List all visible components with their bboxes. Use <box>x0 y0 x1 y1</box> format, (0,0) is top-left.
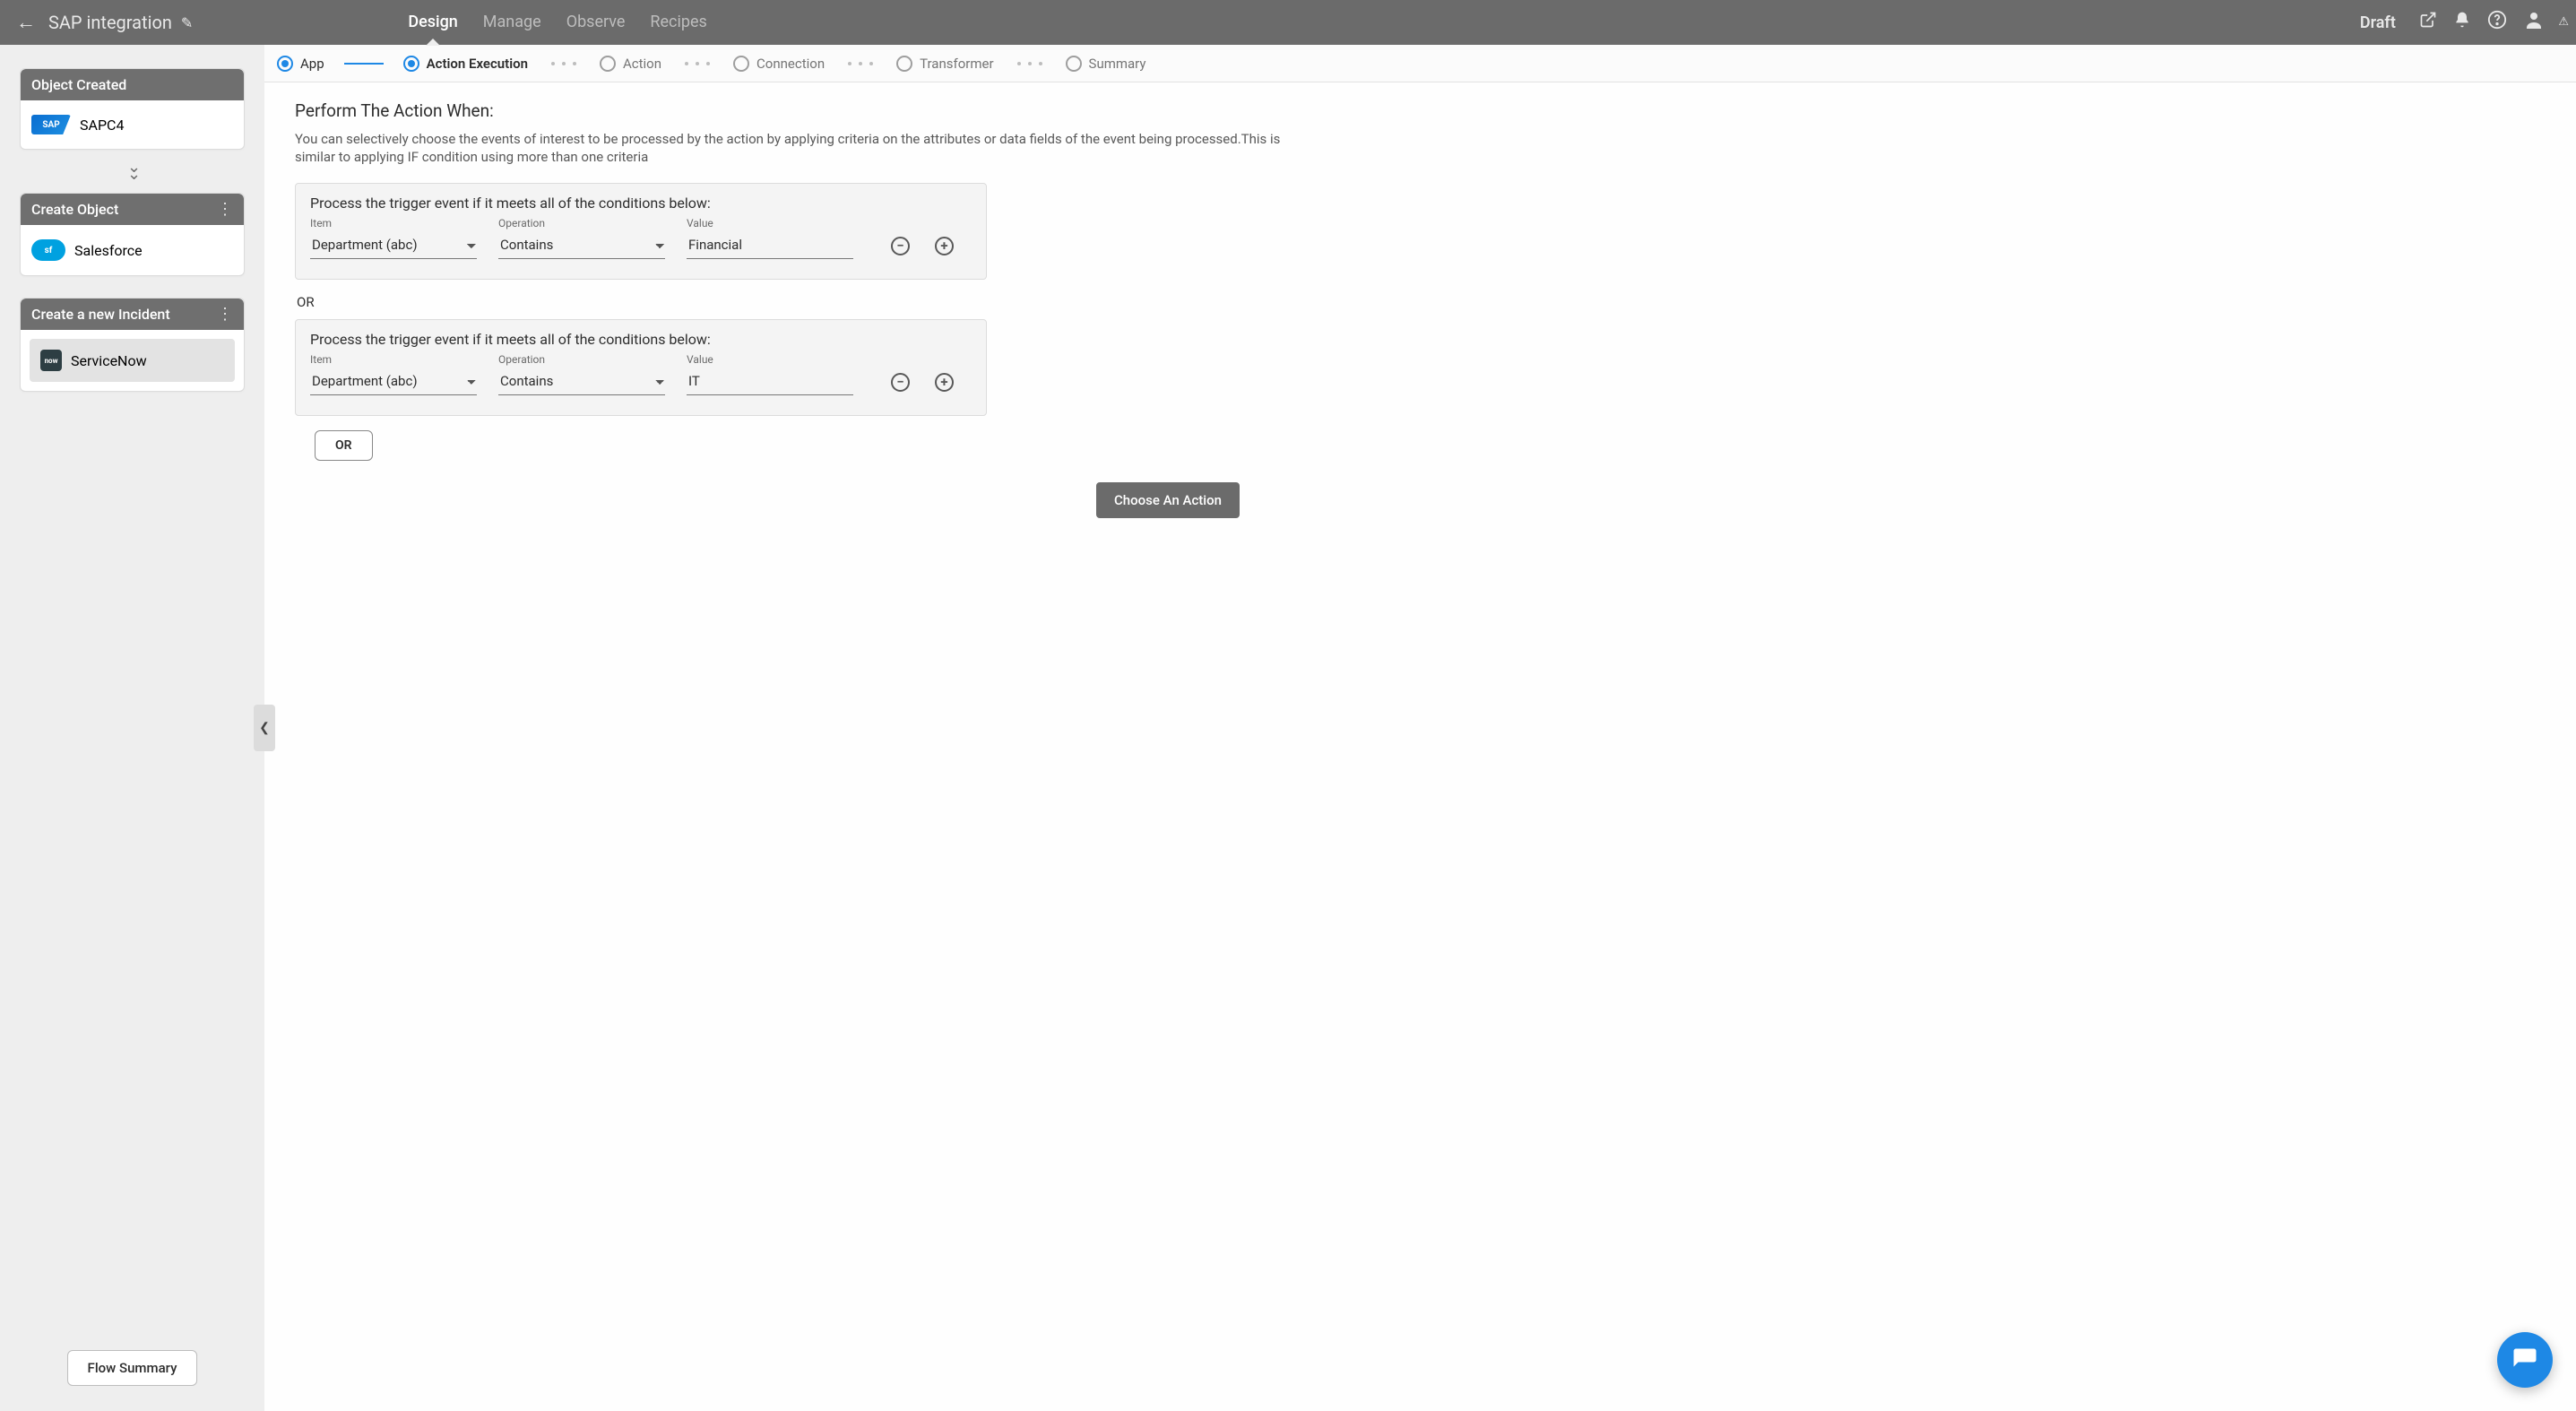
tab-manage[interactable]: Manage <box>483 13 541 33</box>
condition-block-2: Process the trigger event if it meets al… <box>295 319 987 416</box>
main-tabs: Design Manage Observe Recipes <box>408 13 706 33</box>
tab-recipes[interactable]: Recipes <box>650 13 706 33</box>
step-transformer[interactable]: Transformer <box>896 56 993 72</box>
back-arrow-icon[interactable]: ← <box>16 11 36 34</box>
sidebar-card-object-created[interactable]: Object Created SAP SAPC4 <box>20 68 245 150</box>
edit-icon[interactable]: ✎ <box>181 14 193 31</box>
condition-block-1: Process the trigger event if it meets al… <box>295 183 987 280</box>
operation-select[interactable]: Contains <box>498 231 665 259</box>
page-title: SAP integration <box>48 12 172 33</box>
remove-condition-icon[interactable]: − <box>891 373 910 392</box>
value-label: Value <box>687 353 853 366</box>
card-title: Create a new Incident <box>31 306 170 323</box>
item-select[interactable]: Department (abc) <box>310 231 477 259</box>
user-avatar-icon[interactable]: ⚠ <box>2523 9 2560 36</box>
add-condition-icon[interactable]: + <box>935 373 954 392</box>
open-external-icon[interactable] <box>2419 11 2437 34</box>
section-description: You can selectively choose the events of… <box>295 130 1299 167</box>
step-action-execution[interactable]: Action Execution <box>403 56 528 72</box>
card-app-label: ServiceNow <box>71 352 147 369</box>
value-input[interactable] <box>687 368 853 395</box>
section-title: Perform The Action When: <box>295 100 2546 121</box>
value-input[interactable] <box>687 231 853 259</box>
card-title: Create Object <box>31 201 118 218</box>
sidebar: Object Created SAP SAPC4 ⌄⌄ Create Objec… <box>0 45 264 1411</box>
item-label: Item <box>310 217 477 229</box>
kebab-icon[interactable]: ⋮ <box>217 205 233 214</box>
step-action[interactable]: Action <box>600 56 661 72</box>
add-condition-icon[interactable]: + <box>935 237 954 255</box>
operation-select[interactable]: Contains <box>498 368 665 395</box>
step-summary[interactable]: Summary <box>1066 56 1146 72</box>
flow-summary-button[interactable]: Flow Summary <box>67 1350 198 1386</box>
tab-observe[interactable]: Observe <box>566 13 626 33</box>
sidebar-card-create-object[interactable]: Create Object ⋮ sf Salesforce <box>20 193 245 276</box>
condition-block-title: Process the trigger event if it meets al… <box>310 195 972 212</box>
collapse-sidebar-icon[interactable]: ❮ <box>254 705 275 751</box>
top-bar: ← SAP integration ✎ Design Manage Observ… <box>0 0 2576 45</box>
choose-action-button[interactable]: Choose An Action <box>1096 482 1240 518</box>
tab-design[interactable]: Design <box>408 13 457 33</box>
card-app-label: Salesforce <box>74 242 143 259</box>
card-title: Object Created <box>31 76 126 93</box>
bell-icon[interactable] <box>2453 11 2471 34</box>
stepper: App Action Execution Action Connection T… <box>264 45 2576 82</box>
value-label: Value <box>687 217 853 229</box>
item-select[interactable]: Department (abc) <box>310 368 477 395</box>
sidebar-card-create-incident[interactable]: Create a new Incident ⋮ now ServiceNow <box>20 298 245 392</box>
help-icon[interactable] <box>2487 10 2507 35</box>
step-app[interactable]: App <box>277 56 324 72</box>
warning-icon: ⚠ <box>2558 15 2569 29</box>
salesforce-logo-icon: sf <box>31 239 65 261</box>
operation-label: Operation <box>498 353 665 366</box>
kebab-icon[interactable]: ⋮ <box>217 310 233 319</box>
operation-label: Operation <box>498 217 665 229</box>
step-connection[interactable]: Connection <box>733 56 825 72</box>
card-app-label: SAPC4 <box>80 117 124 134</box>
remove-condition-icon[interactable]: − <box>891 237 910 255</box>
status-badge: Draft <box>2360 13 2396 32</box>
servicenow-logo-icon: now <box>40 350 62 371</box>
chat-icon[interactable] <box>2497 1332 2553 1388</box>
main-pane: App Action Execution Action Connection T… <box>264 45 2576 1411</box>
or-separator: OR <box>297 294 2546 310</box>
item-label: Item <box>310 353 477 366</box>
flow-arrow-icon: ⌄⌄ <box>20 164 245 178</box>
or-button[interactable]: OR <box>315 430 373 461</box>
sap-logo-icon: SAP <box>31 115 71 134</box>
condition-block-title: Process the trigger event if it meets al… <box>310 331 972 348</box>
